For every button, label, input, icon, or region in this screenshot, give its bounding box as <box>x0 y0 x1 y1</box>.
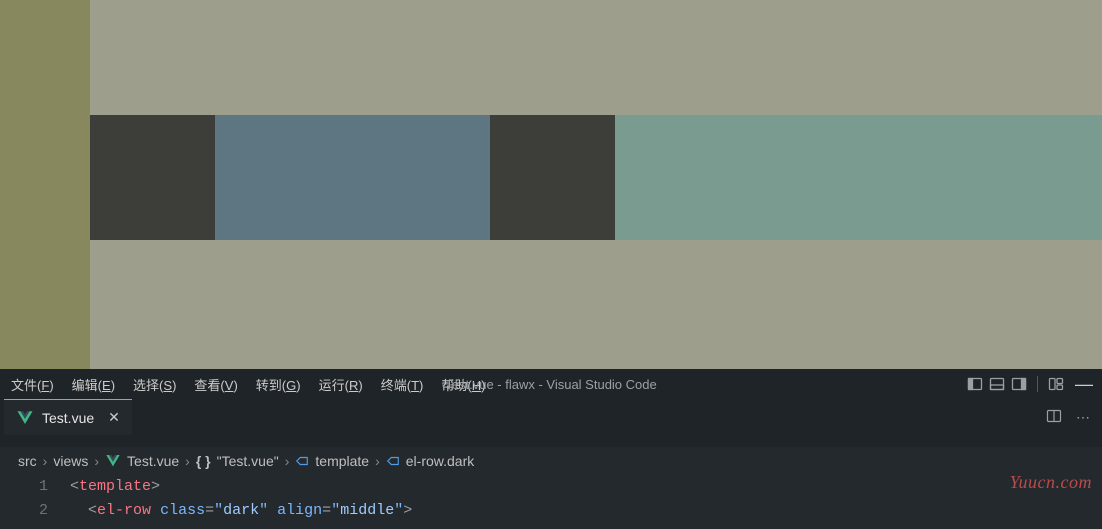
bc-testvue-symbol[interactable]: "Test.vue" <box>217 453 279 469</box>
menu-bar: 文件(F) 编辑(E) 选择(S) 查看(V) 转到(G) 运行(R) 终端(T… <box>2 371 494 398</box>
more-actions-icon[interactable]: ⋯ <box>1076 409 1090 426</box>
customize-layout-icon[interactable] <box>1048 376 1064 392</box>
element-icon <box>386 454 400 468</box>
title-separator <box>1037 376 1038 392</box>
chevron-right-icon: › <box>375 453 380 469</box>
chevron-right-icon: › <box>43 453 48 469</box>
bc-src[interactable]: src <box>18 453 37 469</box>
vue-icon <box>105 453 121 469</box>
menu-edit[interactable]: 编辑(E) <box>63 371 124 398</box>
element-icon <box>295 454 309 468</box>
code-content[interactable]: <template> <el-row class="dark" align="m… <box>70 475 1102 529</box>
toggle-secondary-sidebar-icon[interactable] <box>1011 376 1027 392</box>
chevron-right-icon: › <box>94 453 99 469</box>
bc-template[interactable]: template <box>315 453 369 469</box>
chevron-right-icon: › <box>285 453 290 469</box>
minimize-button[interactable]: — <box>1070 374 1098 395</box>
preview-pane <box>0 0 1102 369</box>
tab-label: Test.vue <box>42 410 94 426</box>
toggle-primary-sidebar-icon[interactable] <box>967 376 983 392</box>
chevron-right-icon: › <box>185 453 190 469</box>
menu-run[interactable]: 运行(R) <box>310 371 372 398</box>
toggle-panel-icon[interactable] <box>989 376 1005 392</box>
code-line[interactable]: <template> <box>70 475 1102 499</box>
bc-elrow[interactable]: el-row.dark <box>406 453 474 469</box>
title-bar: 文件(F) 编辑(E) 选择(S) 查看(V) 转到(G) 运行(R) 终端(T… <box>0 369 1102 399</box>
menu-file[interactable]: 文件(F) <box>2 371 63 398</box>
code-line[interactable]: <el-row class="dark" align="middle"> <box>70 499 1102 523</box>
line-number: 1 <box>0 475 48 499</box>
watermark: Yuucn.com <box>1010 472 1092 493</box>
el-col-light-green <box>615 115 1102 240</box>
vue-icon <box>16 409 34 427</box>
menu-select[interactable]: 选择(S) <box>124 371 185 398</box>
tab-actions: ⋯ <box>1046 399 1102 435</box>
el-row-demo <box>90 115 1102 240</box>
menu-view[interactable]: 查看(V) <box>185 371 246 398</box>
breadcrumb[interactable]: src › views › Test.vue › { } "Test.vue" … <box>0 447 1102 475</box>
line-number-gutter: 1 2 <box>0 475 70 529</box>
el-col-light-blue <box>215 115 490 240</box>
menu-goto[interactable]: 转到(G) <box>247 371 310 398</box>
tab-close-icon[interactable]: ✕ <box>108 409 120 426</box>
el-col-dark-b <box>490 115 615 240</box>
preview-sidebar <box>0 0 90 369</box>
code-editor[interactable]: 1 2 <template> <el-row class="dark" alig… <box>0 475 1102 529</box>
line-number: 2 <box>0 499 48 523</box>
el-col-dark-a <box>90 115 215 240</box>
window-title: Test.vue - flawx - Visual Studio Code <box>445 377 656 392</box>
bc-file[interactable]: Test.vue <box>127 453 179 469</box>
tab-test-vue[interactable]: Test.vue ✕ <box>4 399 132 435</box>
bc-views[interactable]: views <box>53 453 88 469</box>
split-editor-icon[interactable] <box>1046 408 1062 427</box>
title-actions: — <box>967 374 1098 395</box>
tab-strip: Test.vue ✕ ⋯ <box>0 399 1102 435</box>
braces-icon: { } <box>196 453 211 469</box>
menu-terminal[interactable]: 终端(T) <box>372 371 433 398</box>
